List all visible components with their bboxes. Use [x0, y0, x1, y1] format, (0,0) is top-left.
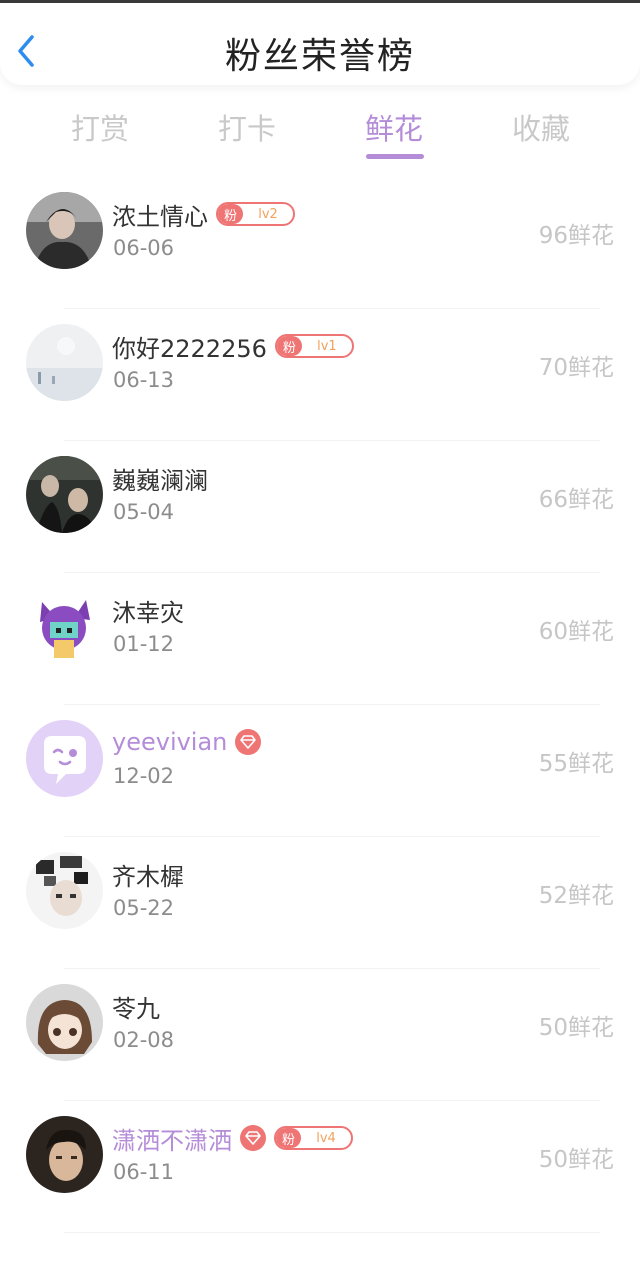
fan-level-badge: 粉 lv2	[216, 202, 296, 226]
date-label: 12-02	[113, 764, 175, 788]
date-label: 06-06	[113, 236, 175, 260]
avatar	[26, 852, 103, 929]
avatar	[26, 984, 103, 1061]
tab-flowers[interactable]: 鲜花	[334, 106, 454, 148]
date-label: 06-13	[113, 368, 175, 392]
avatar	[26, 192, 103, 269]
fan-name[interactable]: 潇洒不潇洒	[112, 1121, 232, 1156]
flower-count: 50鲜花	[538, 1147, 614, 1173]
list-item[interactable]: 你好2222256 粉 lv1 06-13 70鲜花	[0, 308, 640, 440]
list-item[interactable]: 齐木樨 05-22 52鲜花	[0, 836, 640, 968]
tab-reward[interactable]: 打赏	[40, 106, 160, 148]
list-item[interactable]: 潇洒不潇洒 粉 lv4 06-11 50鲜花	[0, 1100, 640, 1232]
flower-count: 66鲜花	[538, 487, 614, 513]
date-label: 06-11	[113, 1160, 175, 1184]
flower-count: 70鲜花	[538, 355, 614, 381]
list-item[interactable]: 巍巍澜澜 05-04 66鲜花	[0, 440, 640, 572]
avatar	[26, 1116, 103, 1193]
divider	[64, 1100, 600, 1101]
divider	[64, 968, 600, 969]
tab-checkin[interactable]: 打卡	[187, 106, 307, 148]
divider	[64, 836, 600, 837]
fan-list: 浓土情心 粉 lv2 06-06 96鲜花 你好2222256 粉 lv1 06…	[0, 176, 640, 1262]
divider	[64, 308, 600, 309]
fan-name[interactable]: 苓九	[112, 989, 160, 1024]
fan-name[interactable]: 巍巍澜澜	[112, 461, 208, 496]
date-label: 02-08	[113, 1028, 175, 1052]
divider	[64, 440, 600, 441]
fan-name[interactable]: yeevivian	[112, 728, 227, 756]
avatar	[26, 324, 103, 401]
divider	[64, 572, 600, 573]
flower-count: 52鲜花	[538, 883, 614, 909]
avatar	[26, 588, 103, 665]
flower-count: 60鲜花	[538, 619, 614, 645]
list-item[interactable]: 苓九 02-08 50鲜花	[0, 968, 640, 1100]
list-item[interactable]: yeevivian 12-02 55鲜花	[0, 704, 640, 836]
diamond-icon	[240, 1125, 266, 1151]
avatar	[26, 720, 103, 797]
fan-name[interactable]: 浓土情心	[112, 197, 208, 232]
list-item-partial	[0, 1232, 640, 1262]
flower-count: 96鲜花	[538, 223, 614, 249]
list-item[interactable]: 沐幸灾 01-12 60鲜花	[0, 572, 640, 704]
divider	[64, 704, 600, 705]
date-label: 05-22	[113, 896, 175, 920]
header-bar: 粉丝荣誉榜	[0, 3, 640, 85]
fan-name[interactable]: 沐幸灾	[112, 593, 184, 628]
tab-favorites[interactable]: 收藏	[481, 106, 601, 148]
date-label: 01-12	[113, 632, 175, 656]
flower-count: 50鲜花	[538, 1015, 614, 1041]
tab-bar: 打赏 打卡 鲜花 收藏	[0, 100, 640, 162]
active-tab-indicator	[366, 154, 424, 159]
diamond-icon	[235, 729, 262, 755]
fan-name[interactable]: 齐木樨	[112, 857, 184, 892]
fan-level-badge: 粉 lv4	[274, 1126, 354, 1150]
divider	[64, 1232, 600, 1233]
avatar	[26, 456, 103, 533]
list-item[interactable]: 浓土情心 粉 lv2 06-06 96鲜花	[0, 176, 640, 308]
fan-name[interactable]: 你好2222256	[112, 329, 267, 364]
fan-level-badge: 粉 lv1	[274, 334, 354, 358]
date-label: 05-04	[113, 500, 175, 524]
flower-count: 55鲜花	[538, 751, 614, 777]
page-title: 粉丝荣誉榜	[224, 36, 415, 77]
